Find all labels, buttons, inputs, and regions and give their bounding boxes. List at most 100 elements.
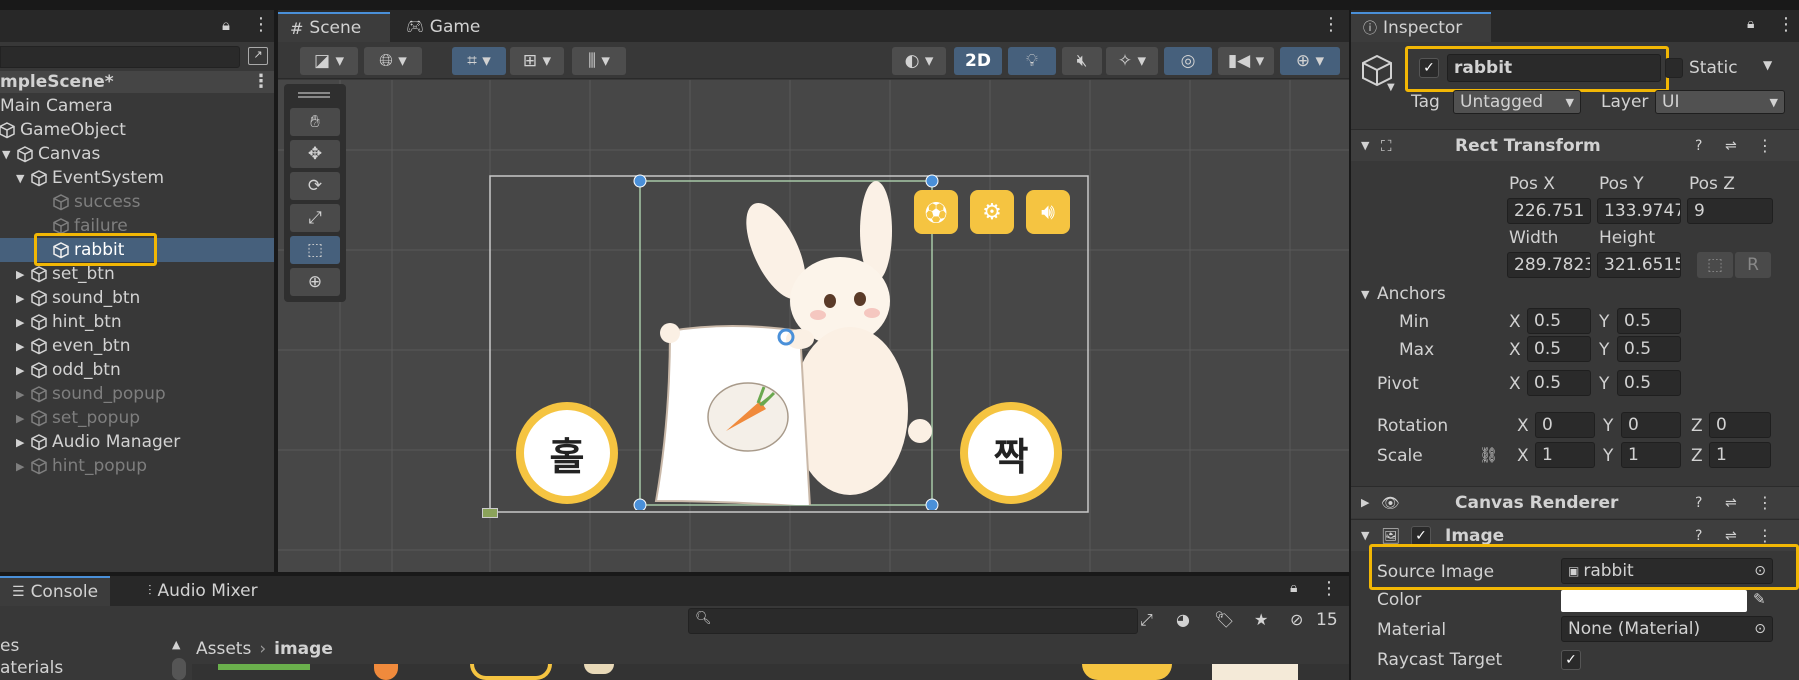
preset-icon[interactable]: ⇌ <box>1725 528 1737 544</box>
globe-dropdown[interactable]: 🌐︎ ▾ <box>364 47 422 75</box>
tab-game[interactable]: 🎮︎ Game <box>394 12 492 42</box>
scene-menu-icon[interactable]: ⋮ <box>252 71 270 92</box>
scroll-up-icon[interactable]: ▲ <box>172 638 180 651</box>
more-menu-icon[interactable]: ⋮ <box>252 14 270 35</box>
expand-arrow-icon[interactable]: ▶ <box>16 364 30 377</box>
help-icon[interactable]: ? <box>1695 528 1702 544</box>
scale-y-field[interactable]: 1 <box>1621 442 1681 468</box>
draw-mode-dropdown[interactable]: ◪ ▾ <box>300 47 358 75</box>
hierarchy-item-success[interactable]: success <box>0 190 274 214</box>
scale-tool-icon[interactable]: ⤢ <box>290 204 340 232</box>
effects-dropdown[interactable]: ✧ ▾ <box>1106 47 1158 75</box>
pos-x-field[interactable]: 226.751 <box>1507 198 1591 224</box>
image-enabled-checkbox[interactable]: ✓ <box>1411 525 1431 546</box>
snap-increment-dropdown[interactable]: ⊞ ▾ <box>510 47 564 75</box>
rect-transform-header[interactable]: ▼ ⛶ Rect Transform ? ⇌ ⋮ <box>1351 129 1799 161</box>
tab-audio-mixer[interactable]: ⫶ Audio Mixer <box>136 576 270 606</box>
move-tool-icon[interactable]: ✥ <box>290 140 340 168</box>
inspector-lock-icon[interactable]: 🔒︎ <box>1747 16 1754 32</box>
rect-handles[interactable] <box>628 170 948 510</box>
icon-dropdown-icon[interactable]: ▼ <box>1387 82 1395 93</box>
min-x-field[interactable]: 0.5 <box>1527 308 1591 334</box>
asset-thumb[interactable] <box>1082 664 1172 680</box>
search-options-icon[interactable]: ↗ <box>248 47 268 65</box>
rotate-tool-icon[interactable]: ⟳ <box>290 172 340 200</box>
link-scale-icon[interactable]: ⛓︎ <box>1479 446 1498 464</box>
hierarchy-item-canvas[interactable]: ▼ Canvas <box>0 142 274 166</box>
component-more-icon[interactable]: ⋮ <box>1757 493 1773 512</box>
asset-thumb[interactable] <box>584 664 614 674</box>
scale-z-field[interactable]: 1 <box>1709 442 1771 468</box>
palette-handle[interactable] <box>298 92 330 98</box>
transform-tool-icon[interactable]: ⊕ <box>290 268 340 296</box>
max-y-field[interactable]: 0.5 <box>1617 336 1681 362</box>
expand-arrow-icon[interactable]: ▶ <box>16 268 30 281</box>
expand-arrow-icon[interactable]: ▼ <box>2 148 16 161</box>
max-x-field[interactable]: 0.5 <box>1527 336 1591 362</box>
ruler-dropdown[interactable]: ⫼ ▾ <box>572 47 626 75</box>
visibility-button[interactable]: ◎ <box>1164 47 1212 75</box>
breadcrumb-root[interactable]: Assets <box>196 639 251 659</box>
rot-y-field[interactable]: 0 <box>1621 412 1681 438</box>
eyedropper-icon[interactable]: ✎ <box>1753 590 1766 608</box>
layer-dropdown[interactable]: UI ▼ <box>1655 90 1785 114</box>
hand-tool-icon[interactable]: ✋︎ <box>290 108 340 136</box>
search-filter-icon[interactable]: ⤢ <box>1140 610 1153 630</box>
tab-console[interactable]: ☰ Console <box>0 576 111 606</box>
pos-z-field[interactable]: 9 <box>1687 198 1773 224</box>
hierarchy-item-even-btn[interactable]: ▶ even_btn <box>0 334 274 358</box>
hierarchy-item-hint-popup[interactable]: ▶ hint_popup <box>0 454 274 478</box>
expand-arrow-icon[interactable]: ▶ <box>16 460 30 473</box>
component-more-icon[interactable]: ⋮ <box>1757 136 1773 155</box>
scale-x-field[interactable]: 1 <box>1535 442 1595 468</box>
pos-y-field[interactable]: 133.9747 <box>1597 198 1681 224</box>
favorite-icon[interactable]: ★ <box>1254 610 1268 629</box>
raw-edit-button[interactable]: R <box>1735 252 1771 278</box>
min-y-field[interactable]: 0.5 <box>1617 308 1681 334</box>
mode-2d-button[interactable]: 2D <box>954 47 1002 75</box>
hierarchy-item-sound-popup[interactable]: ▶ sound_popup <box>0 382 274 406</box>
asset-thumb[interactable] <box>374 664 398 680</box>
raycast-target-checkbox[interactable]: ✓ <box>1561 650 1581 670</box>
blueprint-mode-button[interactable]: ⬚ <box>1697 252 1733 278</box>
type-filter-icon[interactable]: ◕ <box>1176 610 1190 629</box>
hint-btn-sprite[interactable]: 🔊︎ <box>1026 190 1070 234</box>
width-field[interactable]: 289.7823 <box>1507 252 1591 278</box>
component-more-icon[interactable]: ⋮ <box>1757 526 1773 545</box>
tab-inspector[interactable]: ⓘ Inspector <box>1351 12 1491 42</box>
sound-btn-sprite[interactable]: ⚽︎ <box>914 190 958 234</box>
tree-item[interactable]: es <box>0 636 19 656</box>
asset-thumb[interactable] <box>218 664 310 670</box>
expand-arrow-icon[interactable]: ▶ <box>16 292 30 305</box>
rot-x-field[interactable]: 0 <box>1535 412 1595 438</box>
hierarchy-item-hint-btn[interactable]: ▶ hint_btn <box>0 310 274 334</box>
odd-btn-sprite[interactable]: 홀 <box>516 402 618 504</box>
project-search-input[interactable]: 🔍︎ <box>688 608 1138 634</box>
even-btn-sprite[interactable]: 짝 <box>960 402 1062 504</box>
fold-arrow-icon[interactable]: ▶ <box>1361 496 1381 509</box>
hierarchy-item-set-btn[interactable]: ▶ set_btn <box>0 262 274 286</box>
rect-tool-icon[interactable]: ⬚ <box>290 236 340 264</box>
tab-scene[interactable]: # Scene <box>278 12 390 42</box>
audio-mute-button[interactable]: 🔇︎ <box>1062 47 1102 75</box>
asset-thumb[interactable] <box>1212 664 1298 680</box>
pivot-y-field[interactable]: 0.5 <box>1617 370 1681 396</box>
static-dropdown-icon[interactable]: ▼ <box>1763 58 1772 72</box>
scene-row[interactable]: mpleScene* ⋮ <box>0 71 274 93</box>
bottom-more-icon[interactable]: ⋮ <box>1320 578 1338 599</box>
help-icon[interactable]: ? <box>1695 495 1702 511</box>
expand-arrow-icon[interactable]: ▶ <box>16 316 30 329</box>
object-picker-icon[interactable]: ⊙ <box>1754 621 1766 637</box>
hidden-count-icon[interactable]: ⊘ <box>1290 610 1303 629</box>
camera-dropdown[interactable]: ▮◀ ▾ <box>1218 47 1274 75</box>
rot-z-field[interactable]: 0 <box>1709 412 1771 438</box>
lock-icon[interactable]: 🔒︎ <box>222 16 230 34</box>
fold-arrow-icon[interactable]: ▼ <box>1361 139 1381 152</box>
inspector-more-icon[interactable]: ⋮ <box>1777 14 1795 35</box>
lighting-button[interactable]: 💡︎ <box>1008 47 1056 75</box>
scene-more-icon[interactable]: ⋮ <box>1322 14 1340 35</box>
grid-snap-button[interactable]: ⌗ ▾ <box>452 47 506 75</box>
anchors-fold-icon[interactable]: ▼ <box>1361 288 1369 301</box>
preset-icon[interactable]: ⇌ <box>1725 138 1737 154</box>
tag-dropdown[interactable]: Untagged ▼ <box>1453 90 1581 114</box>
